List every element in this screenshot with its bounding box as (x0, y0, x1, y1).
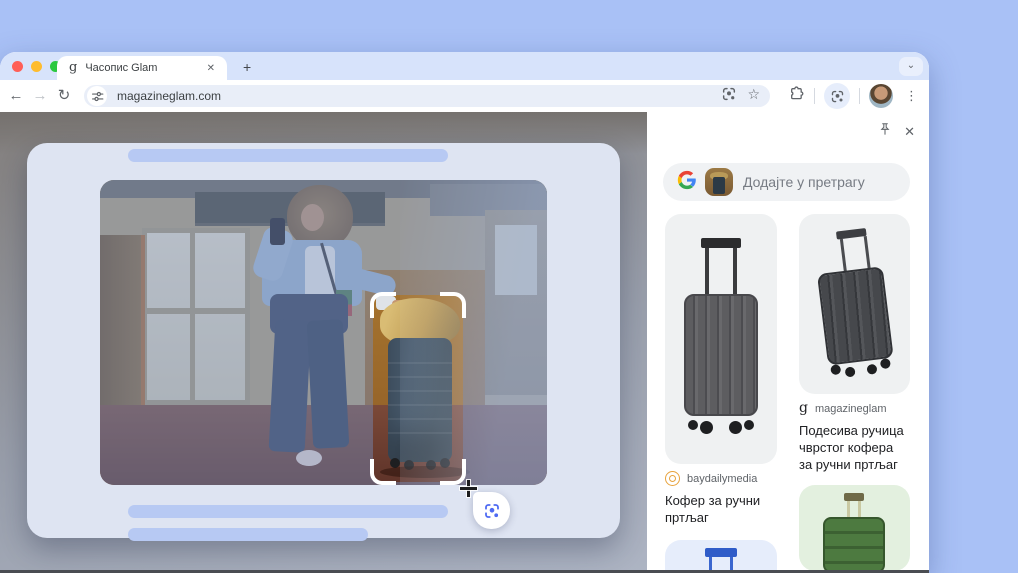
toolbar-divider (859, 88, 860, 104)
google-g-logo-icon (677, 170, 697, 195)
result-source: baydailymedia (687, 472, 758, 485)
tab-close-icon[interactable]: ✕ (203, 61, 219, 76)
woman-pants-left-leg (268, 319, 312, 453)
browser-toolbar: ← → ↻ magazineglam.com ☆ ⋮ (0, 80, 929, 112)
crosshair-cursor (460, 480, 477, 497)
woman-face (301, 204, 324, 231)
lens-session-icon[interactable] (824, 83, 850, 109)
new-tab-button[interactable]: + (238, 58, 256, 76)
window-controls (12, 61, 61, 72)
selected-region-thumbnail (705, 168, 733, 196)
skeleton-line (128, 505, 448, 518)
result-source-row[interactable]: baydailymedia (665, 471, 777, 486)
woman-phone (270, 218, 285, 245)
result-thumbnail-blue-suitcase[interactable] (665, 540, 777, 573)
close-window-button[interactable] (12, 61, 23, 72)
woman-pants-right-leg (306, 319, 350, 449)
photo-window-mullion (190, 228, 195, 405)
result-title[interactable]: Подесива ручица чврстог кофера за ручни … (799, 422, 910, 473)
woman-shoe (296, 450, 322, 466)
lens-select-button[interactable] (473, 492, 510, 529)
tab-magazine-glam[interactable]: g Часопис Glam ✕ (57, 56, 227, 80)
toolbar-divider (814, 88, 815, 104)
baydailymedia-favicon-icon (665, 471, 680, 486)
hero-photo[interactable] (100, 180, 547, 485)
minimize-window-button[interactable] (31, 61, 42, 72)
back-button[interactable]: ← (4, 80, 28, 112)
result-title[interactable]: Кофер за ручни пртљаг (665, 492, 777, 526)
photo-window-left (142, 228, 250, 405)
search-placeholder: Додајте у претрагу (743, 174, 865, 190)
result-thumbnail-green-suitcase[interactable] (799, 485, 910, 571)
site-info-icon[interactable] (87, 86, 107, 106)
lens-results-panel: ✕ Додајте у претрагу baydailymedia Кофер… (647, 112, 929, 573)
address-bar[interactable]: magazineglam.com ☆ (84, 85, 770, 107)
selection-handle-top-left[interactable] (370, 292, 396, 318)
skeleton-line (128, 149, 448, 162)
browser-menu-icon[interactable]: ⋮ (902, 88, 921, 104)
tab-search-chevron-button[interactable]: ⌄ (899, 57, 923, 76)
forward-button[interactable]: → (28, 80, 52, 112)
result-source-row[interactable]: g magazineglam (799, 401, 910, 416)
photo-window-sill (142, 308, 250, 314)
pin-panel-icon[interactable] (878, 122, 892, 141)
magazineglam-favicon-icon: g (799, 400, 808, 416)
selection-handle-top-right[interactable] (440, 292, 466, 318)
lens-search-bar[interactable]: Додајте у претрагу (663, 163, 910, 201)
tab-favicon-g-icon: g (69, 59, 78, 75)
profile-avatar[interactable] (869, 84, 893, 108)
close-panel-icon[interactable]: ✕ (904, 124, 915, 140)
tab-strip: g Часопис Glam ✕ + ⌄ (0, 52, 929, 80)
lens-search-icon[interactable] (721, 86, 737, 107)
lens-selection-region[interactable] (370, 292, 466, 485)
webpage-dimmed-area (0, 112, 647, 570)
toolbar-right: ⋮ (788, 80, 929, 112)
url-text[interactable]: magazineglam.com (117, 89, 721, 103)
reload-button[interactable]: ↻ (52, 80, 76, 112)
skeleton-line (128, 528, 368, 541)
result-source: magazineglam (814, 402, 887, 415)
extensions-icon[interactable] (788, 85, 805, 107)
result-thumbnail-tilted-suitcase[interactable] (799, 214, 910, 394)
selection-handle-bottom-left[interactable] (370, 459, 396, 485)
tab-title: Часопис Glam (85, 62, 158, 74)
result-thumbnail-gray-suitcase[interactable] (665, 214, 777, 464)
browser-window: g Часопис Glam ✕ + ⌄ ← → ↻ magazineglam.… (0, 52, 929, 573)
article-card (27, 143, 620, 541)
bookmark-star-icon[interactable]: ☆ (747, 86, 760, 107)
